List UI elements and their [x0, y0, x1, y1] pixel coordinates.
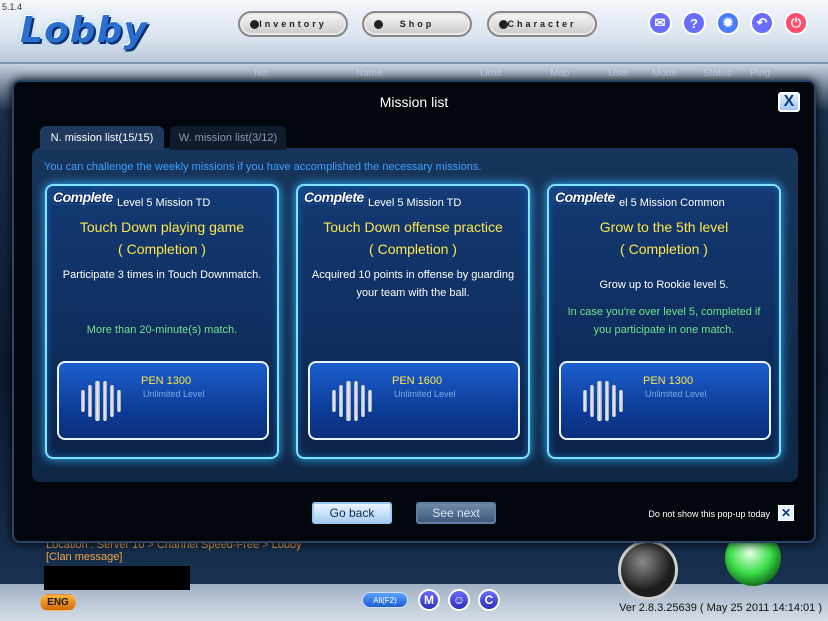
pen-reward-icon	[81, 380, 122, 422]
mission-status: ( Completion )	[118, 241, 206, 257]
col-name: Name	[356, 68, 383, 79]
col-ping: Ping	[750, 68, 771, 79]
power-icon[interactable]: ⏻	[784, 11, 808, 35]
mission-card[interactable]: Complete el 5 Mission Common Grow to the…	[547, 184, 781, 459]
reward-level: Unlimited Level	[645, 389, 707, 399]
close-button[interactable]: X	[778, 92, 800, 112]
settings-icon[interactable]: ✹	[716, 11, 740, 35]
mission-card[interactable]: Complete Level 5 Mission TD Touch Down p…	[45, 184, 279, 459]
mission-note: In case you're over level 5, completed i…	[567, 306, 761, 336]
reward-amount: PEN 1600	[392, 375, 443, 387]
inventory-button[interactable]: Inventory	[238, 11, 348, 37]
mission-description: Grow up to Rookie level 5.	[599, 279, 729, 291]
mission-note: More than 20-minute(s) match.	[86, 324, 238, 336]
mission-title: Touch Down playing game	[79, 219, 245, 235]
lobby-logo: Lobby	[20, 10, 148, 51]
reward-amount: PEN 1300	[141, 375, 192, 387]
character-label: Character	[507, 19, 577, 29]
clan-button[interactable]: C	[478, 589, 500, 611]
pen-reward-icon	[332, 380, 373, 422]
see-next-button[interactable]: See next	[416, 502, 496, 524]
version-label: Ver 2.8.3.25639 ( May 25 2011 14:14:01 )	[619, 602, 822, 614]
group-icon[interactable]: ☺	[448, 589, 470, 611]
inventory-label: Inventory	[259, 19, 327, 29]
mission-description: Participate 3 times in Touch Downmatch.	[62, 269, 262, 281]
mission-status: ( Completion )	[369, 241, 457, 257]
dont-show-label: Do not show this pop-up today	[648, 509, 770, 519]
mission-title: Grow to the 5th level	[599, 219, 729, 235]
mail-icon[interactable]: ✉	[648, 11, 672, 35]
nav-dot-icon	[250, 20, 259, 29]
shop-label: Shop	[399, 19, 435, 29]
dont-show-checkbox[interactable]: ✕	[778, 505, 794, 521]
nav-dot-icon	[499, 20, 508, 29]
mission-category: el 5 Mission Common	[619, 197, 725, 209]
reward-box: PEN 1300 Unlimited Level	[57, 361, 269, 440]
back-icon[interactable]: ↶	[750, 11, 774, 35]
pen-reward-icon	[583, 380, 624, 422]
complete-badge: Complete	[555, 189, 615, 205]
col-status: Status	[703, 68, 732, 79]
mission-status: ( Completion )	[620, 241, 708, 257]
chat-mode-button[interactable]: All(F2)	[362, 592, 408, 608]
messenger-button[interactable]: M	[418, 589, 440, 611]
col-no: No.	[254, 68, 270, 79]
reward-box: PEN 1600 Unlimited Level	[308, 361, 520, 440]
reward-level: Unlimited Level	[143, 389, 205, 399]
tab-weekly-missions[interactable]: W. mission list(3/12)	[170, 126, 286, 150]
mission-card[interactable]: Complete Level 5 Mission TD Touch Down o…	[296, 184, 530, 459]
magnifier-icon[interactable]	[618, 540, 678, 600]
mission-description: Acquired 10 points in offense by guardin…	[311, 269, 515, 299]
col-map: Map	[550, 68, 570, 79]
complete-badge: Complete	[53, 189, 113, 205]
col-limit: Limit	[480, 68, 502, 79]
character-button[interactable]: Character	[487, 11, 597, 37]
clan-message: [Clan message]	[46, 551, 123, 563]
complete-badge: Complete	[304, 189, 364, 205]
help-icon[interactable]: ?	[682, 11, 706, 35]
mission-category: Level 5 Mission TD	[368, 197, 462, 209]
shop-button[interactable]: Shop	[362, 11, 472, 37]
mission-title: Touch Down offense practice	[323, 219, 503, 235]
col-user: User	[608, 68, 630, 79]
col-mode: Mode	[652, 68, 678, 79]
go-back-button[interactable]: Go back	[312, 502, 392, 524]
mission-list-dialog: Mission list X N. mission list(15/15) W.…	[12, 80, 816, 543]
tab-normal-missions[interactable]: N. mission list(15/15)	[40, 126, 164, 150]
info-text: You can challenge the weekly missions if…	[44, 161, 482, 173]
mission-category: Level 5 Mission TD	[117, 197, 211, 209]
reward-amount: PEN 1300	[643, 375, 694, 387]
language-button[interactable]: ENG	[40, 594, 76, 611]
nav-dot-icon	[374, 20, 383, 29]
reward-box: PEN 1300 Unlimited Level	[559, 361, 771, 440]
chat-input[interactable]	[44, 566, 190, 590]
dialog-title: Mission list	[379, 94, 449, 110]
reward-level: Unlimited Level	[394, 389, 456, 399]
